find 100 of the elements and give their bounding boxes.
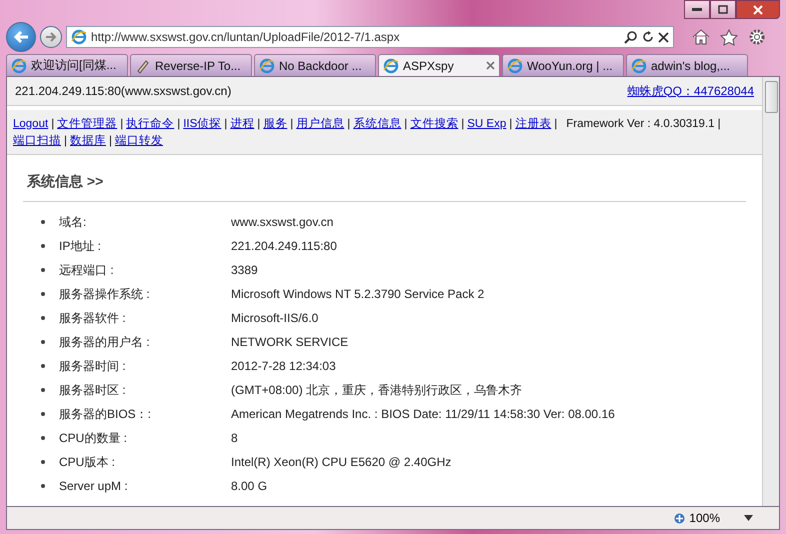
minimize-icon (692, 8, 702, 12)
separator-text: | (108, 134, 113, 146)
info-value: American Megatrends Inc. : BIOS Date: 11/29/11 14:58:30 Ver: 08.00.16 (231, 407, 616, 421)
separator-text: | (119, 118, 124, 130)
bullet-icon (41, 220, 45, 224)
close-icon (753, 4, 763, 14)
separator-text: | (553, 118, 558, 130)
browser-e-icon (11, 58, 27, 74)
browser-tab[interactable]: WooYun.org | ... (502, 54, 624, 76)
info-value: (GMT+08:00) 北京，重庆，香港特别行政区，乌鲁木齐 (231, 382, 524, 398)
browser-e-icon (631, 58, 647, 74)
contact-link[interactable]: 蜘蛛虎QQ：447628044 (627, 82, 754, 100)
browser-tab[interactable]: 欢迎访问[同煤... (6, 54, 128, 76)
zoom-level[interactable]: 100% (689, 511, 720, 525)
separator-text: | (508, 118, 514, 130)
nav-link[interactable]: 端口扫描 (13, 133, 61, 148)
scroll-thumb[interactable] (764, 81, 778, 113)
home-icon[interactable] (692, 29, 710, 45)
separator-text: | (256, 118, 262, 130)
info-label: 服务器时间 : (59, 358, 127, 374)
bullet-icon (41, 436, 45, 440)
maximize-icon (718, 5, 728, 14)
separator-text: | (289, 118, 294, 130)
close-tab-icon[interactable] (486, 61, 495, 70)
separator-text: | (346, 118, 352, 130)
info-value: www.sxswst.gov.cn (231, 215, 334, 229)
nav-link[interactable]: Logout (13, 118, 48, 130)
address-bar[interactable]: http://www.sxswst.gov.cn/luntan/UploadFile/2012-7/1.aspx (66, 26, 674, 48)
info-value: Microsoft Windows NT 5.2.3790 Service Pack 2 (231, 287, 486, 301)
separator-text: | (50, 118, 56, 130)
maximize-button[interactable] (710, 0, 736, 19)
bullet-icon (41, 292, 45, 296)
nav-link[interactable]: 服务 (263, 116, 288, 131)
info-label: 服务器的用户名 : (59, 334, 151, 350)
pen-icon (135, 58, 151, 74)
info-value: 221.204.249.115:80 (231, 239, 338, 253)
nav-link[interactable]: 端口转发 (115, 133, 163, 148)
nav-link[interactable]: 用户信息 (296, 116, 344, 131)
nav-link[interactable]: 数据库 (70, 133, 106, 148)
minimize-button[interactable] (684, 0, 710, 19)
bullet-icon (41, 388, 45, 392)
separator-text: | (176, 118, 182, 130)
bullet-icon (41, 316, 45, 320)
info-value: 8.00 G (231, 479, 268, 493)
info-label: 域名: (59, 214, 88, 230)
browser-e-icon (71, 29, 87, 45)
info-label: CPU的数量 : (59, 430, 128, 446)
section-title: 系统信息 >> (23, 167, 746, 202)
framework-version: Framework Ver : 4.0.30319.1 (566, 118, 715, 130)
nav-link[interactable]: 文件管理器 (57, 116, 118, 131)
browser-tab[interactable]: adwin's blog,... (626, 54, 748, 76)
info-value: 2012-7-28 12:34:03 (231, 359, 337, 373)
browser-e-icon (259, 58, 275, 74)
info-label: 服务器时区 : (59, 382, 127, 398)
nav-link[interactable]: 系统信息 (353, 116, 402, 131)
close-icon[interactable] (658, 32, 669, 42)
close-button[interactable] (736, 0, 780, 19)
info-value: 8 (231, 431, 239, 445)
forward-arrow-icon (45, 32, 57, 42)
nav-link[interactable]: 执行命令 (126, 116, 174, 131)
settings-icon[interactable] (748, 28, 766, 46)
nav-link[interactable]: 文件搜索 (410, 116, 458, 131)
separator-text: | (63, 134, 68, 146)
separator-text: | (460, 118, 466, 130)
bullet-icon (41, 340, 45, 344)
info-label: 服务器的BIOS：: (59, 406, 152, 422)
browser-e-icon (507, 58, 523, 74)
browser-tab[interactable]: No Backdoor ... (254, 54, 376, 76)
star-icon[interactable] (720, 28, 738, 46)
back-arrow-icon (13, 30, 29, 44)
info-label: 服务器软件 : (59, 310, 127, 326)
browser-e-icon (383, 58, 399, 74)
nav-link[interactable]: IIS侦探 (183, 116, 222, 131)
search-icon[interactable] (624, 30, 638, 44)
bullet-icon (41, 460, 45, 464)
info-value: Intel(R) Xeon(R) CPU E5620 @ 2.40GHz (231, 455, 452, 469)
separator-text: | (223, 118, 228, 130)
info-label: 服务器操作系统 : (59, 286, 151, 302)
nav-link[interactable]: SU Exp (467, 118, 506, 130)
info-label: CPU版本 : (59, 454, 116, 470)
forward-button[interactable] (40, 26, 62, 48)
dropdown-icon[interactable] (744, 515, 753, 521)
nav-link[interactable]: 进程 (230, 116, 254, 131)
bullet-icon (41, 268, 45, 272)
info-value: 3389 (231, 263, 259, 277)
refresh-icon[interactable] (642, 31, 654, 43)
separator-text: | (716, 118, 722, 130)
nav-link[interactable]: 注册表 (515, 116, 552, 131)
bullet-icon (41, 484, 45, 488)
info-label: Server upM : (59, 479, 129, 493)
info-label: 远程端口 : (59, 262, 115, 278)
browser-tab[interactable]: Reverse-IP To... (130, 54, 252, 76)
bullet-icon (41, 412, 45, 416)
browser-tab[interactable]: ASPXspy (378, 54, 500, 76)
info-value: NETWORK SERVICE (231, 335, 350, 349)
host-text: 221.204.249.115:80(www.sxswst.gov.cn) (15, 84, 232, 98)
scrollbar[interactable] (762, 77, 779, 506)
back-button[interactable] (6, 22, 36, 52)
info-label: IP地址 : (59, 238, 102, 254)
bullet-icon (41, 364, 45, 368)
